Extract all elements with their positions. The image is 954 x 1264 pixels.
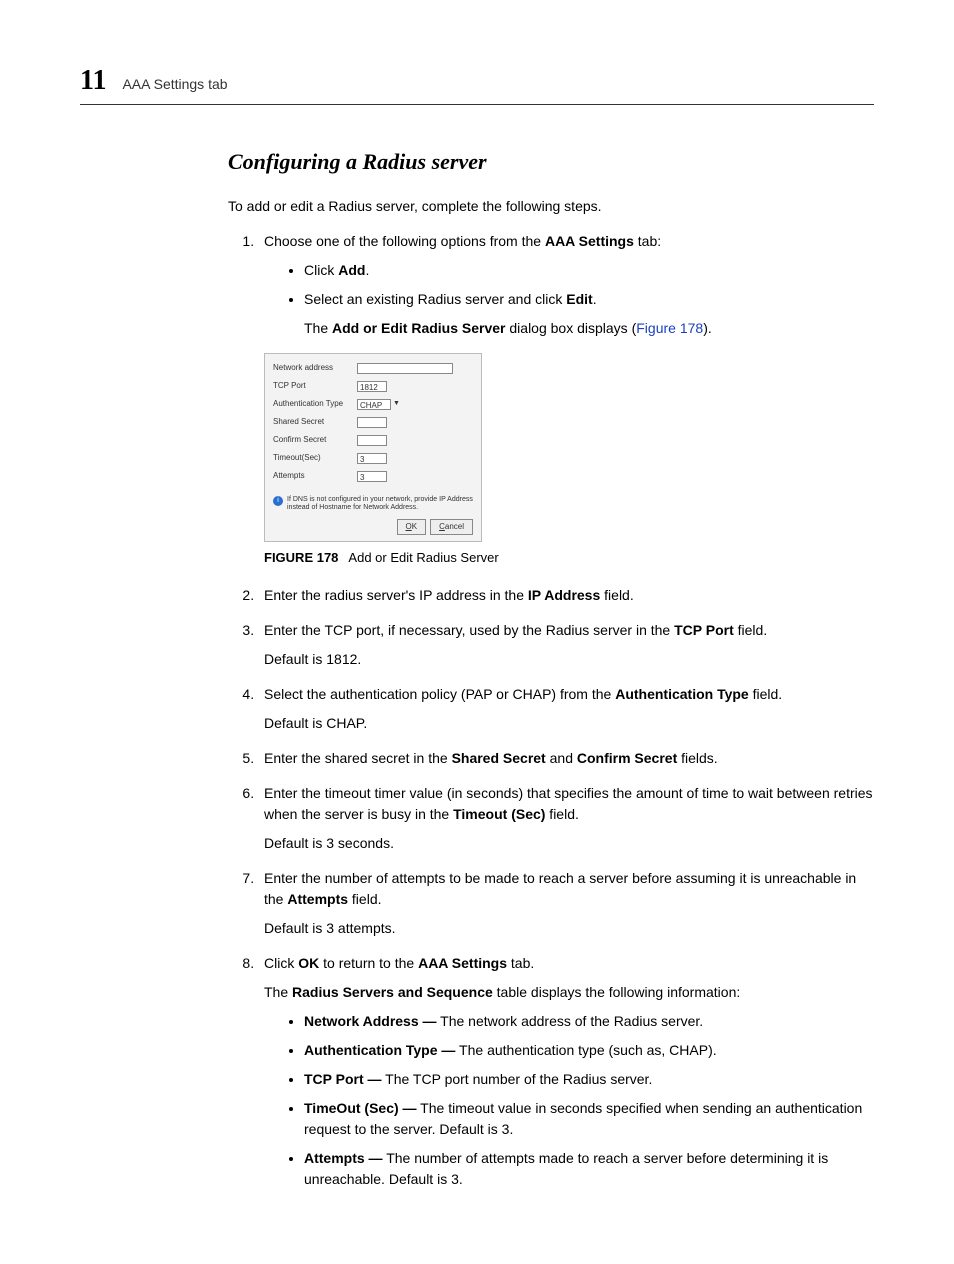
chapter-number: 11 xyxy=(80,60,106,102)
chevron-down-icon: ▼ xyxy=(393,399,400,410)
label-network-address: Network address xyxy=(273,362,351,374)
dialog-hint: i If DNS is not configured in your netwo… xyxy=(273,496,473,513)
field-timeout: TimeOut (Sec) — The timeout value in sec… xyxy=(304,1098,874,1140)
info-icon: i xyxy=(273,496,283,506)
field-network-address: Network Address — The network address of… xyxy=(304,1011,874,1032)
step-1-bullet-edit: Select an existing Radius server and cli… xyxy=(304,289,874,339)
step-4: Select the authentication policy (PAP or… xyxy=(258,684,874,734)
figure-caption: FIGURE 178Add or Edit Radius Server xyxy=(264,548,874,568)
steps-list: Choose one of the following options from… xyxy=(228,231,874,1190)
step-1: Choose one of the following options from… xyxy=(258,231,874,567)
label-tcp-port: TCP Port xyxy=(273,380,351,392)
step-5: Enter the shared secret in the Shared Se… xyxy=(258,748,874,769)
step-2: Enter the radius server's IP address in … xyxy=(258,585,874,606)
label-attempts: Attempts xyxy=(273,470,351,482)
cancel-button[interactable]: Cancel xyxy=(430,519,473,535)
header-title: AAA Settings tab xyxy=(122,74,227,95)
input-attempts[interactable]: 3 xyxy=(357,471,387,482)
section-heading: Configuring a Radius server xyxy=(228,145,874,178)
label-shared-secret: Shared Secret xyxy=(273,416,351,428)
field-attempts: Attempts — The number of attempts made t… xyxy=(304,1148,874,1190)
step-1-bullet-add: Click Add. xyxy=(304,260,874,281)
field-auth-type: Authentication Type — The authentication… xyxy=(304,1040,874,1061)
dialog-add-edit-radius: Network address TCP Port 1812 Authenticat… xyxy=(264,353,482,542)
ok-button[interactable]: OK xyxy=(397,519,427,535)
step-7: Enter the number of attempts to be made … xyxy=(258,868,874,939)
input-timeout[interactable]: 3 xyxy=(357,453,387,464)
figure-ref-link[interactable]: Figure 178 xyxy=(636,320,703,336)
label-confirm-secret: Confirm Secret xyxy=(273,434,351,446)
step-8-fields-list: Network Address — The network address of… xyxy=(264,1011,874,1190)
step-8: Click OK to return to the AAA Settings t… xyxy=(258,953,874,1190)
label-auth-type: Authentication Type xyxy=(273,398,351,410)
intro-paragraph: To add or edit a Radius server, complete… xyxy=(228,196,874,217)
input-confirm-secret[interactable] xyxy=(357,435,387,446)
input-network-address[interactable] xyxy=(357,363,453,374)
label-timeout: Timeout(Sec) xyxy=(273,452,351,464)
step-6: Enter the timeout timer value (in second… xyxy=(258,783,874,854)
step-3: Enter the TCP port, if necessary, used b… xyxy=(258,620,874,670)
select-auth-type[interactable]: CHAP▼ xyxy=(357,399,400,410)
page-header: 11 AAA Settings tab xyxy=(80,60,874,105)
input-tcp-port[interactable]: 1812 xyxy=(357,381,387,392)
field-tcp-port: TCP Port — The TCP port number of the Ra… xyxy=(304,1069,874,1090)
input-shared-secret[interactable] xyxy=(357,417,387,428)
main-content: Configuring a Radius server To add or ed… xyxy=(228,145,874,1190)
